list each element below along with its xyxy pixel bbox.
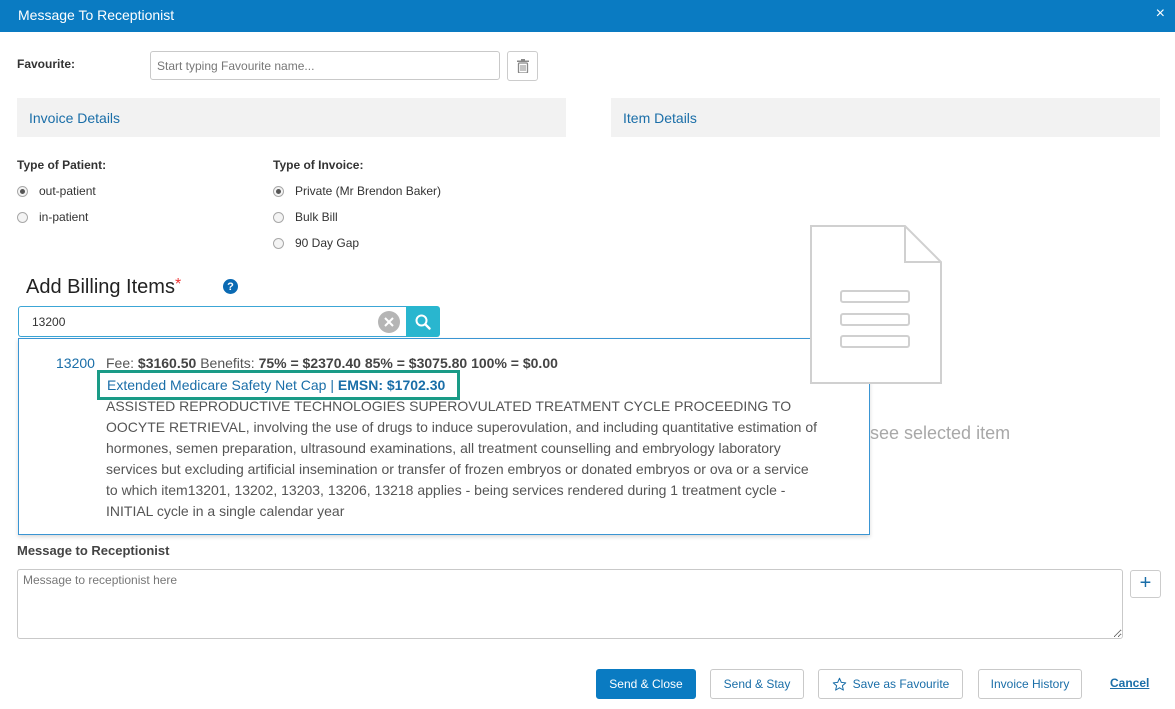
required-marker: * — [174, 276, 182, 293]
billing-search-input[interactable] — [19, 307, 369, 336]
invoice-details-header: Invoice Details — [17, 98, 566, 137]
radio-label: Private (Mr Brendon Baker) — [295, 184, 442, 198]
billing-items-title: Add Billing Items* — [26, 276, 181, 299]
invoice-history-button[interactable]: Invoice History — [978, 669, 1082, 699]
dialog-title: Message To Receptionist — [18, 7, 175, 23]
billing-items-title-text: Add Billing Items — [26, 276, 175, 298]
document-icon — [810, 225, 942, 384]
radio-bulk-bill[interactable]: Bulk Bill — [273, 210, 338, 224]
radio-90-day-gap[interactable]: 90 Day Gap — [273, 236, 359, 250]
radio-label: Bulk Bill — [295, 210, 338, 224]
save-favourite-button[interactable]: Save as Favourite — [818, 669, 963, 699]
add-message-button[interactable]: + — [1130, 570, 1161, 598]
billing-search-results: 13200 Fee: $3160.50 Benefits: 75% = $237… — [18, 338, 870, 535]
delete-favourite-button[interactable] — [507, 51, 538, 81]
cancel-link[interactable]: Cancel — [1110, 676, 1149, 690]
dialog-titlebar: Message To Receptionist × — [0, 0, 1175, 32]
x-icon — [384, 317, 394, 327]
save-favourite-label: Save as Favourite — [852, 677, 950, 691]
emsn-text: Extended Medicare Safety Net Cap | — [107, 377, 334, 393]
trash-icon — [516, 59, 529, 73]
radio-private[interactable]: Private (Mr Brendon Baker) — [273, 184, 441, 198]
favourite-input[interactable] — [150, 51, 500, 80]
result-description: ASSISTED REPRODUCTIVE TECHNOLOGIES SUPER… — [106, 398, 818, 519]
message-label: Message to Receptionist — [17, 543, 170, 558]
radio-button-selected[interactable] — [17, 185, 28, 197]
favourite-label: Favourite: — [17, 57, 76, 71]
radio-button[interactable] — [273, 237, 284, 249]
radio-button[interactable] — [17, 211, 28, 223]
star-icon — [832, 677, 846, 691]
emsn-highlight[interactable]: Extended Medicare Safety Net Cap | EMSN:… — [97, 370, 460, 400]
clear-search-icon[interactable] — [378, 311, 400, 333]
emsn-value: EMSN: $1702.30 — [337, 377, 446, 393]
radio-label: out-patient — [39, 184, 96, 198]
fee-label: Fee: — [106, 355, 135, 371]
radio-label: in-patient — [39, 210, 89, 224]
radio-in-patient[interactable]: in-patient — [17, 210, 88, 224]
invoice-type-label: Type of Invoice: — [273, 158, 364, 172]
patient-type-label: Type of Patient: — [17, 158, 107, 172]
billing-search-box — [18, 306, 407, 337]
radio-button[interactable] — [273, 211, 284, 223]
item-details-empty-hint: see selected item — [870, 423, 1011, 443]
close-icon[interactable]: × — [1156, 6, 1165, 22]
benefits-value: 75% = $2370.40 85% = $3075.80 100% = $0.… — [258, 355, 558, 371]
result-fee-line: Fee: $3160.50 Benefits: 75% = $2370.40 8… — [106, 355, 558, 371]
benefits-label: Benefits: — [200, 355, 255, 371]
search-button[interactable] — [406, 306, 440, 337]
radio-label: 90 Day Gap — [295, 236, 360, 250]
radio-out-patient[interactable]: out-patient — [17, 184, 96, 198]
help-icon[interactable]: ? — [223, 279, 238, 294]
message-textarea[interactable] — [17, 569, 1123, 639]
send-stay-button[interactable]: Send & Stay — [710, 669, 804, 699]
radio-button-selected[interactable] — [273, 185, 284, 197]
search-icon — [415, 314, 431, 330]
send-close-button[interactable]: Send & Close — [596, 669, 696, 699]
fee-value: $3160.50 — [137, 355, 197, 371]
item-details-header: Item Details — [611, 98, 1160, 137]
result-item-code[interactable]: 13200 — [56, 355, 95, 371]
